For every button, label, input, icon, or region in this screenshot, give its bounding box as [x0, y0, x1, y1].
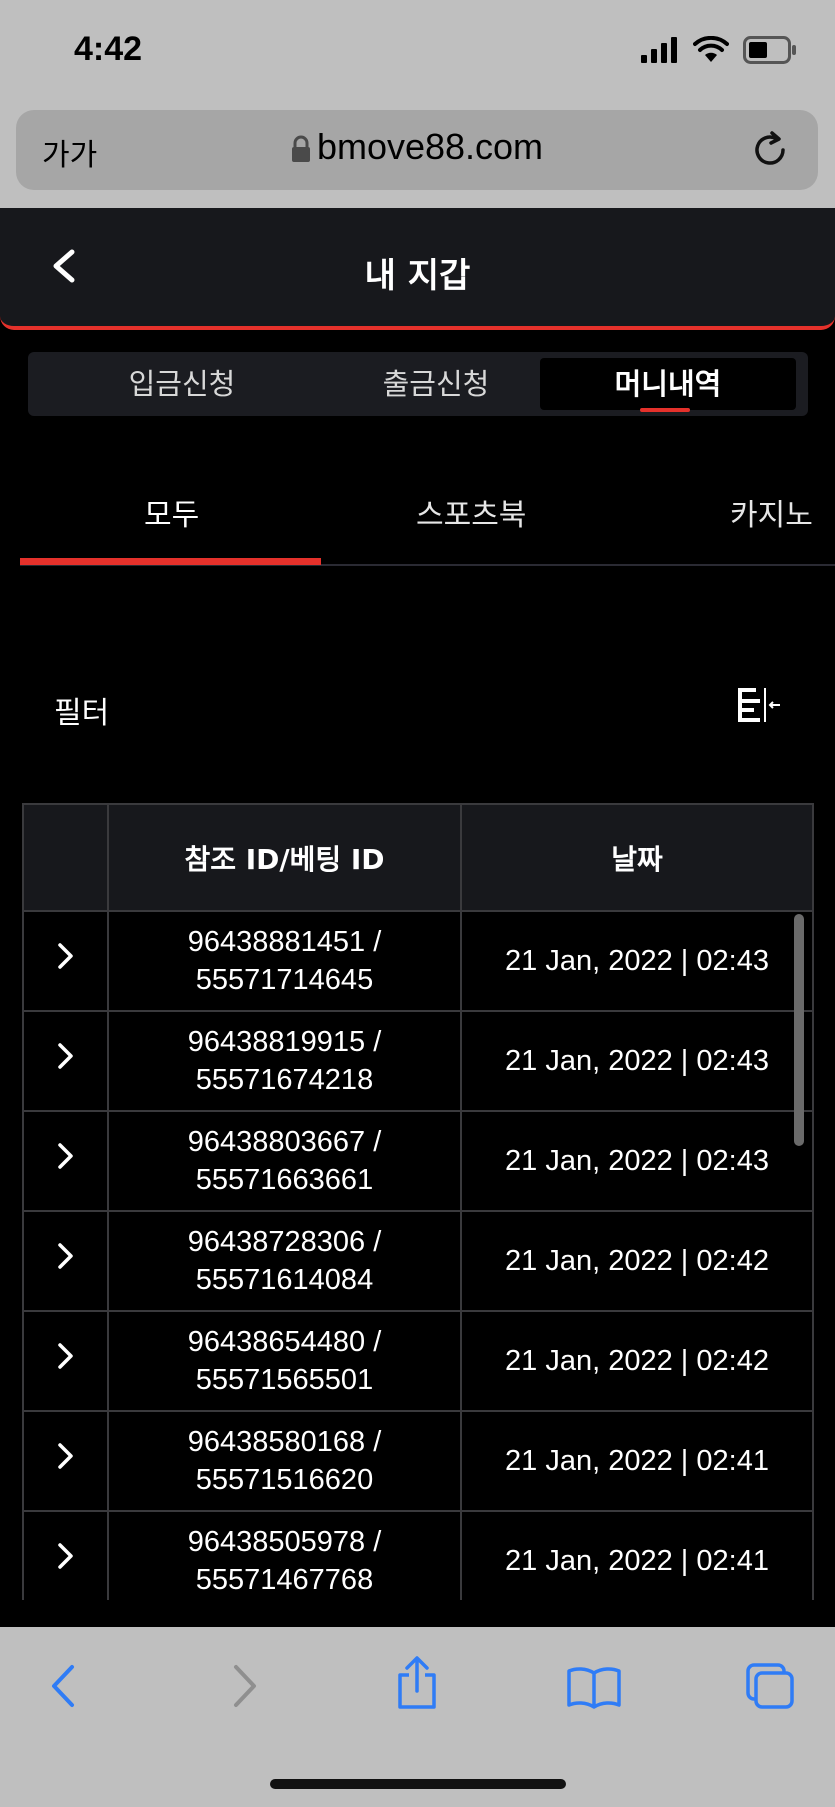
row-expand-button[interactable] [22, 1310, 109, 1412]
table-scrollbar[interactable] [794, 914, 804, 1146]
table-row[interactable]: 96438881451 / 55571714645 21 Jan, 2022 | 0… [22, 910, 814, 1012]
ref-id: 96438819915 / [187, 1026, 382, 1058]
chevron-right-icon [57, 1243, 73, 1269]
browser-back-icon[interactable] [44, 1661, 84, 1711]
column-header-date: 날짜 [460, 803, 814, 912]
url-display[interactable]: bmove88.com [16, 126, 818, 168]
column-header-expand [22, 803, 109, 912]
chevron-right-icon [57, 1043, 73, 1069]
bet-id: 55571663661 [195, 1164, 374, 1196]
tabs-icon[interactable] [744, 1661, 796, 1711]
category-tab-all[interactable]: 모두 [144, 490, 199, 534]
history-table: 참조 ID/베팅 ID 날짜 96438881451 / 55571714645 2… [22, 803, 814, 1600]
chevron-right-icon [57, 943, 73, 969]
tab-money-history[interactable]: 머니내역 [540, 358, 796, 410]
row-expand-button[interactable] [22, 910, 109, 1012]
status-bar: 4:42 [0, 0, 835, 104]
browser-address-area: 가가 bmove88.com [0, 104, 835, 208]
table-header-row: 참조 ID/베팅 ID 날짜 [22, 803, 814, 912]
cellular-signal-icon [641, 37, 677, 63]
ref-id: 96438728306 / [187, 1226, 382, 1258]
home-indicator [270, 1779, 566, 1789]
date-cell: 21 Jan, 2022 | 02:42 [460, 1310, 814, 1412]
ref-id: 96438803667 / [187, 1126, 382, 1158]
filter-icon[interactable] [736, 686, 782, 726]
category-tab-casino[interactable]: 카지노 [730, 490, 813, 534]
status-time: 4:42 [74, 30, 143, 68]
table-row[interactable]: 96438505978 / 55571467768 21 Jan, 2022 | 0… [22, 1510, 814, 1600]
ref-bet-id-cell: 96438803667 / 55571663661 [107, 1110, 462, 1212]
bet-id: 55571467768 [195, 1564, 374, 1596]
bet-id: 55571674218 [195, 1064, 374, 1096]
table-row[interactable]: 96438728306 / 55571614084 21 Jan, 2022 | 0… [22, 1210, 814, 1312]
page-title: 내 지갑 [364, 256, 471, 296]
category-tab-sportsbook[interactable]: 스포츠북 [416, 490, 526, 534]
row-expand-button[interactable] [22, 1410, 109, 1512]
tab-deposit-request[interactable]: 입금신청 [54, 358, 310, 410]
date-cell: 21 Jan, 2022 | 02:41 [460, 1410, 814, 1512]
app-header: 내 지갑 [0, 208, 835, 330]
row-expand-button[interactable] [22, 1110, 109, 1212]
chevron-right-icon [57, 1443, 73, 1469]
browser-toolbar [0, 1627, 835, 1807]
ref-bet-id-cell: 96438728306 / 55571614084 [107, 1210, 462, 1312]
table-row[interactable]: 96438654480 / 55571565501 21 Jan, 2022 | 0… [22, 1310, 814, 1412]
share-icon[interactable] [394, 1655, 440, 1711]
column-header-ref-id: 참조 ID/베팅 ID [107, 803, 462, 912]
ref-id: 96438654480 / [187, 1326, 382, 1358]
ref-bet-id-cell: 96438580168 / 55571516620 [107, 1410, 462, 1512]
tab-withdraw-request[interactable]: 출금신청 [308, 358, 564, 410]
date-cell: 21 Jan, 2022 | 02:41 [460, 1510, 814, 1600]
ref-id: 96438881451 / [187, 926, 382, 958]
history-table-container[interactable]: 참조 ID/베팅 ID 날짜 96438881451 / 55571714645 2… [22, 803, 814, 1600]
date-cell: 21 Jan, 2022 | 02:42 [460, 1210, 814, 1312]
wallet-tabs: 입금신청 출금신청 머니내역 [28, 352, 808, 416]
row-expand-button[interactable] [22, 1210, 109, 1312]
lock-icon [291, 136, 310, 163]
date-cell: 21 Jan, 2022 | 02:43 [460, 1010, 814, 1112]
table-row[interactable]: 96438803667 / 55571663661 21 Jan, 2022 | 0… [22, 1110, 814, 1212]
category-tabs: 모두 스포츠북 카지노 [20, 460, 835, 566]
ref-bet-id-cell: 96438881451 / 55571714645 [107, 910, 462, 1012]
status-icons [641, 36, 797, 64]
browser-forward-icon[interactable] [224, 1661, 264, 1711]
bookmarks-icon[interactable] [566, 1665, 622, 1709]
date-cell: 21 Jan, 2022 | 02:43 [460, 1110, 814, 1212]
ref-bet-id-cell: 96438654480 / 55571565501 [107, 1310, 462, 1412]
address-bar[interactable]: 가가 bmove88.com [16, 110, 818, 190]
bet-id: 55571565501 [195, 1364, 374, 1396]
ref-id: 96438505978 / [187, 1526, 382, 1558]
chevron-right-icon [57, 1543, 73, 1569]
url-text: bmove88.com [316, 126, 544, 167]
category-active-indicator [20, 558, 321, 565]
wifi-icon [693, 36, 729, 62]
row-expand-button[interactable] [22, 1510, 109, 1600]
filter-label: 필터 [54, 696, 110, 731]
chevron-right-icon [57, 1343, 73, 1369]
table-row[interactable]: 96438819915 / 55571674218 21 Jan, 2022 | 0… [22, 1010, 814, 1112]
ref-bet-id-cell: 96438505978 / 55571467768 [107, 1510, 462, 1600]
reload-icon[interactable] [750, 130, 790, 170]
ref-bet-id-cell: 96438819915 / 55571674218 [107, 1010, 462, 1112]
row-expand-button[interactable] [22, 1010, 109, 1112]
battery-icon [743, 36, 796, 64]
date-cell: 21 Jan, 2022 | 02:43 [460, 910, 814, 1012]
active-tab-indicator [640, 408, 690, 412]
bet-id: 55571614084 [195, 1264, 374, 1296]
bet-id: 55571516620 [195, 1464, 374, 1496]
bet-id: 55571714645 [195, 964, 374, 996]
chevron-right-icon [57, 1143, 73, 1169]
ref-id: 96438580168 / [187, 1426, 382, 1458]
table-row[interactable]: 96438580168 / 55571516620 21 Jan, 2022 | 0… [22, 1410, 814, 1512]
